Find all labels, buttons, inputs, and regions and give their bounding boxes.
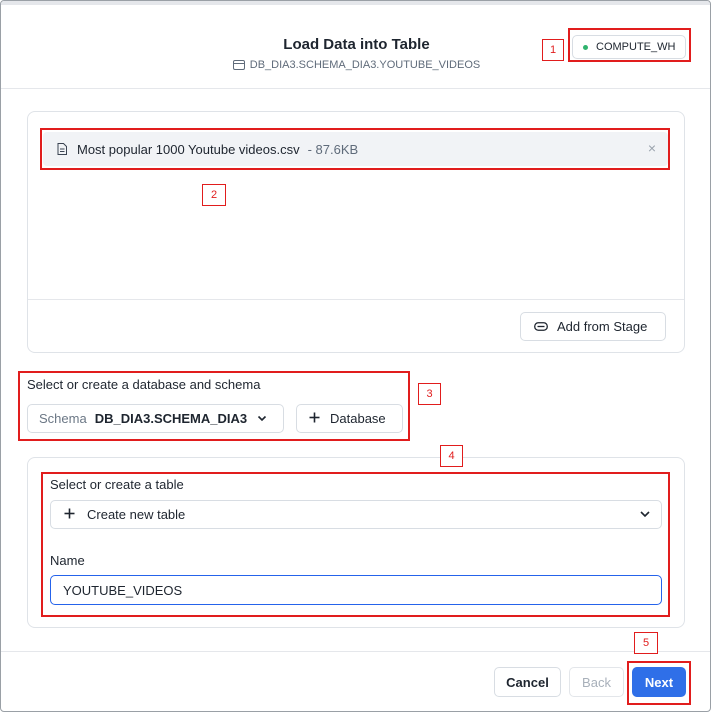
database-section-label: Select or create a database and schema: [27, 377, 261, 392]
warehouse-selector[interactable]: COMPUTE_WH: [572, 35, 686, 59]
add-database-label: Database: [330, 411, 386, 426]
close-icon[interactable]: ×: [648, 140, 656, 156]
schema-select[interactable]: Schema DB_DIA3.SCHEMA_DIA3: [27, 404, 284, 433]
upload-divider: [28, 299, 684, 300]
table-name-input[interactable]: [50, 575, 662, 605]
annotation-label-3: 3: [418, 383, 441, 405]
stage-icon: [534, 319, 548, 334]
status-dot-icon: [583, 44, 588, 50]
file-size: - 87.6KB: [307, 141, 359, 157]
back-button[interactable]: Back: [569, 667, 624, 697]
table-select-value: Create new table: [87, 507, 186, 522]
schema-value: DB_DIA3.SCHEMA_DIA3: [94, 411, 248, 426]
add-database-button[interactable]: Database: [296, 404, 403, 433]
uploaded-file-chip: Most popular 1000 Youtube videos.csv - 8…: [43, 132, 668, 166]
path-text: DB_DIA3.SCHEMA_DIA3.YOUTUBE_VIDEOS: [249, 59, 481, 71]
warehouse-label: COMPUTE_WH: [596, 41, 676, 53]
annotation-label-2: 2: [202, 184, 226, 206]
plus-icon: [309, 411, 320, 426]
name-label: Name: [50, 553, 85, 568]
chevron-down-icon: [257, 415, 267, 422]
table-icon: [232, 60, 245, 70]
table-select[interactable]: Create new table: [50, 500, 662, 529]
plus-icon: [64, 507, 75, 522]
schema-prefix: Schema: [39, 411, 87, 426]
add-from-stage-button[interactable]: Add from Stage: [520, 312, 666, 341]
cancel-button[interactable]: Cancel: [494, 667, 561, 697]
annotation-label-4: 4: [440, 445, 463, 467]
load-data-dialog: Load Data into Table DB_DIA3.SCHEMA_DIA3…: [0, 0, 711, 712]
annotation-label-5: 5: [634, 632, 658, 654]
table-section-label: Select or create a table: [50, 477, 184, 492]
next-button[interactable]: Next: [632, 667, 686, 697]
dialog-header: Load Data into Table DB_DIA3.SCHEMA_DIA3…: [1, 1, 710, 89]
add-from-stage-label: Add from Stage: [557, 319, 648, 334]
file-name: Most popular 1000 Youtube videos.csv: [77, 141, 300, 157]
dialog-path: DB_DIA3.SCHEMA_DIA3.YOUTUBE_VIDEOS: [1, 59, 710, 71]
file-icon: [57, 143, 67, 155]
chevron-down-icon: [639, 508, 651, 520]
annotation-label-1: 1: [542, 39, 564, 61]
